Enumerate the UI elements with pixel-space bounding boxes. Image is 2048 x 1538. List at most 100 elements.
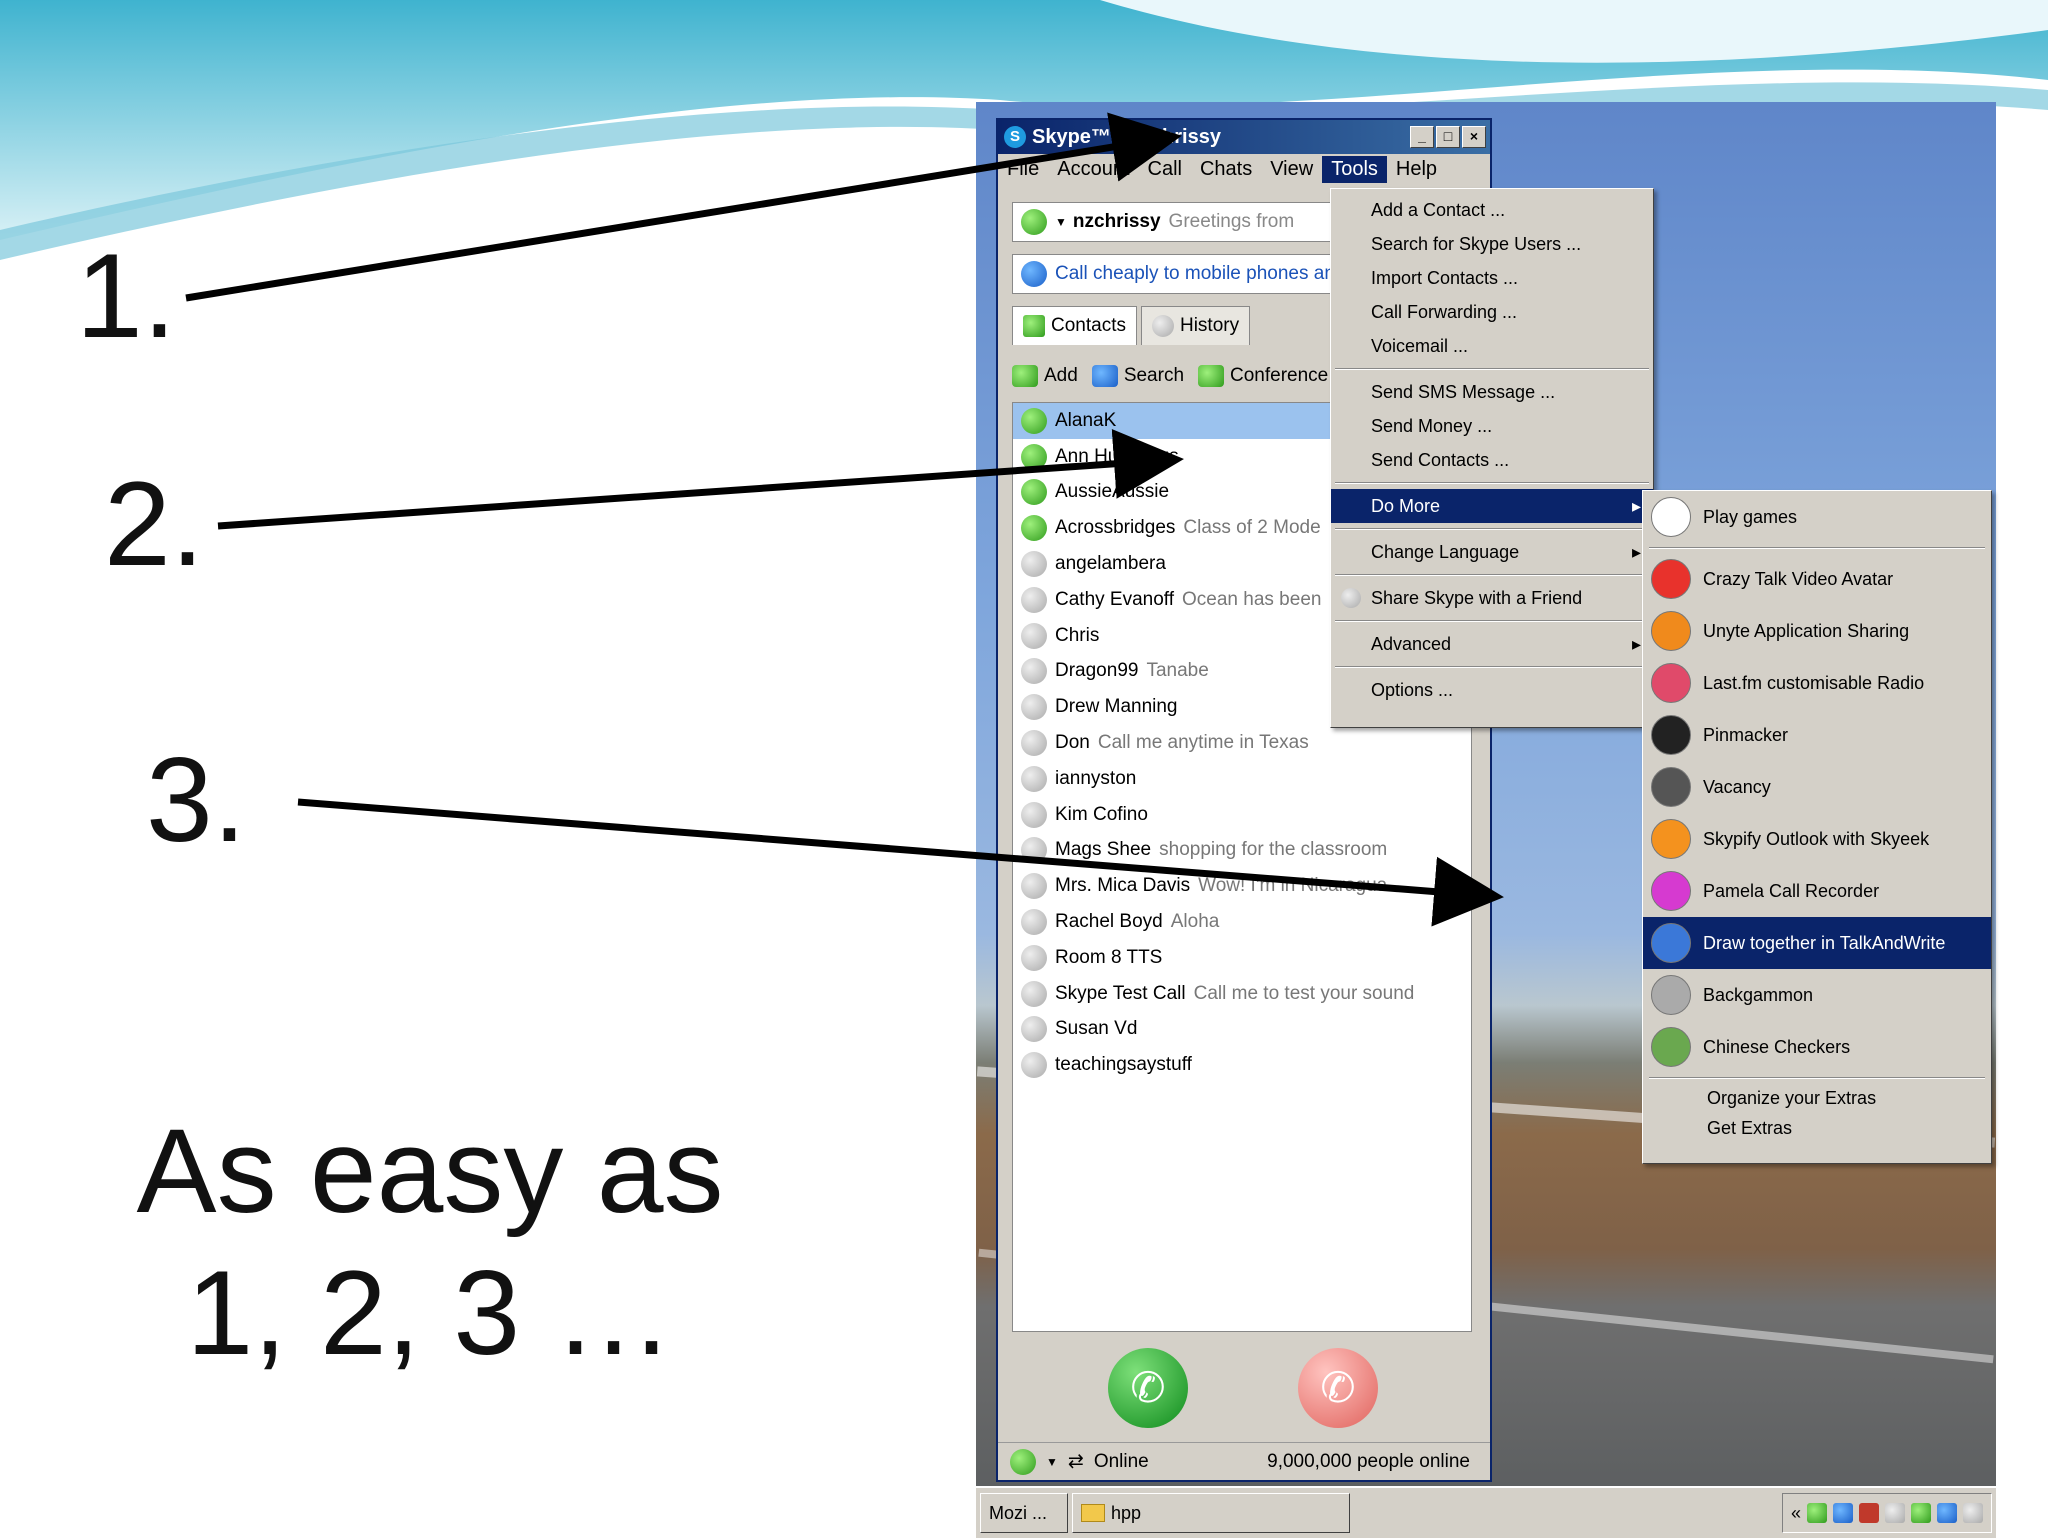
chevron-down-icon[interactable]: ▼ bbox=[1055, 215, 1067, 229]
contact-name: Mags Shee bbox=[1055, 839, 1152, 861]
menu-separator bbox=[1335, 620, 1649, 622]
contact-row[interactable]: Mags Shee shopping for the classroom bbox=[1013, 833, 1471, 869]
contact-row[interactable]: iannyston bbox=[1013, 761, 1471, 797]
step-number-2: 2. bbox=[104, 457, 205, 591]
extra-label: Play games bbox=[1703, 506, 1798, 527]
contact-row[interactable]: Mrs. Mica Davis Wow! I'm in Nicaragua bbox=[1013, 868, 1471, 904]
menu-help[interactable]: Help bbox=[1387, 156, 1446, 183]
contact-name: Ann Hutchings bbox=[1055, 445, 1179, 467]
menu-item-organize-extras[interactable]: Organize your Extras bbox=[1643, 1083, 1991, 1113]
menu-item-change-language[interactable]: Change Language ▸ bbox=[1331, 535, 1653, 569]
contact-row[interactable]: Susan Vd bbox=[1013, 1012, 1471, 1048]
skyeek-icon bbox=[1651, 819, 1691, 859]
menu-item-extra[interactable]: Backgammon bbox=[1643, 969, 1991, 1021]
menu-item-extra[interactable]: Pinmacker bbox=[1643, 709, 1991, 761]
menu-file[interactable]: File bbox=[998, 156, 1048, 183]
taskbar-button-browser[interactable]: Mozi ... bbox=[980, 1493, 1068, 1533]
menu-item-get-extras[interactable]: Get Extras bbox=[1643, 1113, 1991, 1143]
wireless-tray-icon[interactable] bbox=[1963, 1503, 1983, 1523]
security-tray-icon[interactable] bbox=[1859, 1503, 1879, 1523]
extra-label: Skypify Outlook with Skyeek bbox=[1703, 828, 1930, 849]
contact-row[interactable]: Don Call me anytime in Texas bbox=[1013, 725, 1471, 761]
hang-up-button[interactable]: ✆ bbox=[1298, 1348, 1378, 1428]
menu-item-extra[interactable]: Pamela Call Recorder bbox=[1643, 865, 1991, 917]
contact-name: AussieAussie bbox=[1055, 481, 1170, 503]
close-button[interactable]: × bbox=[1462, 126, 1486, 148]
clapper-icon bbox=[1651, 767, 1691, 807]
menu-item-options[interactable]: Options ... bbox=[1331, 673, 1653, 707]
monitor-tray-icon[interactable] bbox=[1885, 1503, 1905, 1523]
contact-row[interactable]: Kim Cofino bbox=[1013, 797, 1471, 833]
skype-tray-icon[interactable] bbox=[1807, 1503, 1827, 1523]
menu-call[interactable]: Call bbox=[1139, 156, 1191, 183]
search-button[interactable]: Search bbox=[1091, 365, 1184, 387]
menu-item-advanced[interactable]: Advanced ▸ bbox=[1331, 627, 1653, 661]
contact-mood: Aloha bbox=[1170, 911, 1220, 933]
status-state: Online bbox=[1093, 1450, 1149, 1472]
menu-item-search-users[interactable]: Search for Skype Users ... bbox=[1331, 227, 1653, 261]
call-button[interactable]: ✆ bbox=[1108, 1348, 1188, 1428]
conference-button[interactable]: Conference bbox=[1198, 365, 1328, 387]
tab-history[interactable]: History bbox=[1140, 306, 1251, 345]
maximize-button[interactable]: □ bbox=[1436, 126, 1460, 148]
menu-separator bbox=[1335, 368, 1649, 370]
taskbar-button-folder[interactable]: hpp bbox=[1072, 1493, 1350, 1533]
menu-account[interactable]: Account bbox=[1048, 156, 1138, 183]
contact-row[interactable]: Skype Test Call Call me to test your soun… bbox=[1013, 976, 1471, 1012]
cards-icon bbox=[1651, 497, 1691, 537]
contact-mood: shopping for the classroom bbox=[1159, 839, 1388, 861]
menu-item-send-money[interactable]: Send Money ... bbox=[1331, 409, 1653, 443]
menu-item-extra[interactable]: Chinese Checkers bbox=[1643, 1021, 1991, 1073]
online-status-icon bbox=[1021, 479, 1047, 506]
add-contact-button[interactable]: Add bbox=[1012, 365, 1078, 387]
contact-mood: Call me anytime in Texas bbox=[1097, 732, 1309, 754]
menu-item-extra[interactable]: Unyte Application Sharing bbox=[1643, 605, 1991, 657]
menu-separator bbox=[1649, 547, 1985, 549]
tray-expand-icon[interactable]: « bbox=[1791, 1503, 1801, 1524]
contact-row[interactable]: teachingsaystuff bbox=[1013, 1047, 1471, 1083]
info-tray-icon[interactable] bbox=[1937, 1503, 1957, 1523]
contact-row[interactable]: Room 8 TTS bbox=[1013, 940, 1471, 976]
conference-icon bbox=[1198, 365, 1225, 387]
contact-name: Susan Vd bbox=[1055, 1018, 1138, 1040]
menu-item-add-contact[interactable]: Add a Contact ... bbox=[1331, 193, 1653, 227]
menu-item-voicemail[interactable]: Voicemail ... bbox=[1331, 329, 1653, 363]
network-tray-icon[interactable] bbox=[1833, 1503, 1853, 1523]
menu-item-send-sms[interactable]: Send SMS Message ... bbox=[1331, 375, 1653, 409]
minimize-button[interactable]: _ bbox=[1410, 126, 1434, 148]
online-status-icon[interactable] bbox=[1010, 1448, 1036, 1475]
menu-tools[interactable]: Tools bbox=[1322, 155, 1387, 183]
contact-name: Drew Manning bbox=[1055, 696, 1178, 718]
menu-item-import-contacts[interactable]: Import Contacts ... bbox=[1331, 261, 1653, 295]
promo-text[interactable]: Call cheaply to mobile phones and bbox=[1055, 263, 1345, 285]
title-bar[interactable]: S Skype™ - nzchrissy _ □ × bbox=[998, 120, 1490, 154]
chevron-down-icon[interactable]: ▼ bbox=[1046, 1455, 1058, 1469]
extra-label: Last.fm customisable Radio bbox=[1703, 672, 1925, 693]
menu-item-extra[interactable]: Draw together in TalkAndWrite bbox=[1643, 917, 1991, 969]
add-icon bbox=[1012, 365, 1038, 387]
tab-contacts[interactable]: Contacts bbox=[1012, 306, 1137, 345]
menu-view[interactable]: View bbox=[1261, 156, 1322, 183]
menu-item-extra[interactable]: Crazy Talk Video Avatar bbox=[1643, 553, 1991, 605]
mood-message[interactable]: Greetings from bbox=[1169, 211, 1295, 233]
caption-line-2: 1, 2, 3 … bbox=[186, 1246, 674, 1380]
menu-item-extra[interactable]: Vacancy bbox=[1643, 761, 1991, 813]
menu-item-extra[interactable]: Last.fm customisable Radio bbox=[1643, 657, 1991, 709]
online-status-icon bbox=[1021, 515, 1047, 542]
menu-item-extra[interactable]: Play games bbox=[1643, 491, 1991, 543]
contact-row[interactable]: Rachel Boyd Aloha bbox=[1013, 904, 1471, 940]
call-controls: ✆ ✆ bbox=[998, 1348, 1490, 1428]
messenger-tray-icon[interactable] bbox=[1911, 1503, 1931, 1523]
offline-status-icon bbox=[1021, 730, 1047, 757]
menu-item-call-forwarding[interactable]: Call Forwarding ... bbox=[1331, 295, 1653, 329]
tools-menu: Add a Contact ... Search for Skype Users… bbox=[1330, 188, 1654, 728]
contact-mood: Tanabe bbox=[1146, 660, 1209, 682]
status-bar: ▼ ⇄ Online 9,000,000 people online bbox=[998, 1442, 1490, 1480]
menu-chats[interactable]: Chats bbox=[1191, 156, 1261, 183]
menu-item-send-contacts[interactable]: Send Contacts ... bbox=[1331, 443, 1653, 477]
menu-item-do-more[interactable]: Do More ▸ bbox=[1331, 489, 1653, 523]
online-status-icon[interactable] bbox=[1021, 209, 1047, 235]
contact-mood: Call me to test your sound bbox=[1193, 982, 1415, 1004]
menu-item-share-skype[interactable]: Share Skype with a Friend bbox=[1331, 581, 1653, 615]
menu-item-extra[interactable]: Skypify Outlook with Skyeek bbox=[1643, 813, 1991, 865]
